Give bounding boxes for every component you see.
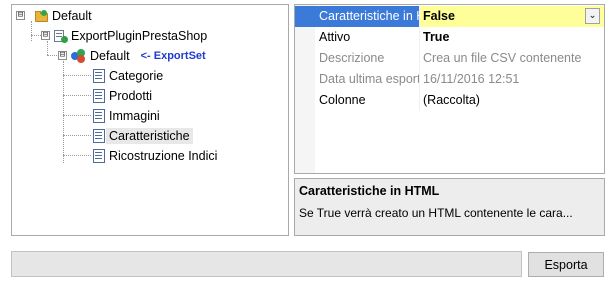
tree-connector [63,75,91,76]
property-row-descrizione[interactable]: Descrizione Crea un file CSV contenente [295,48,604,69]
export-set-icon [71,49,87,63]
document-icon [93,149,106,163]
property-value: Crea un file CSV contenente [423,51,582,65]
property-value: False [423,9,455,23]
tree-node-ricostruzione-indici[interactable]: Ricostruzione Indici [93,147,220,165]
tree-node-immagini[interactable]: Immagini [93,107,163,125]
property-value-select[interactable]: False ⌄ [420,6,604,27]
property-value[interactable]: (Raccolta) [420,90,604,111]
property-value: 16/11/2016 12:51 [423,72,520,86]
tree-node-label: Default [90,49,130,63]
tree-connector [31,21,32,41]
tree-connector [63,95,91,96]
tree-node-label: ExportPluginPrestaShop [71,29,208,43]
property-row-caratteristiche-html[interactable]: Caratteristiche in HTML False ⌄ [295,6,604,27]
property-name: Descrizione [295,48,420,69]
property-name: Colonne [295,90,420,111]
tree-node-prodotti[interactable]: Prodotti [93,87,155,105]
collapse-toggle-exportset[interactable]: ⊟ [58,51,67,60]
export-button[interactable]: Esporta [528,252,604,277]
tree-node-label: Prodotti [109,89,153,103]
help-title: Caratteristiche in HTML [299,184,440,198]
property-value[interactable]: True [420,27,604,48]
property-row-data-ultima-esportazione[interactable]: Data ultima esportazione 16/11/2016 12:5… [295,69,604,90]
chevron-down-icon[interactable]: ⌄ [585,8,600,24]
property-name: Attivo [295,27,420,48]
document-icon [93,69,106,83]
property-row-attivo[interactable]: Attivo True [295,27,604,48]
tree-node-label: Default [52,9,92,23]
tree-node-plugin[interactable]: ExportPluginPrestaShop [53,27,210,45]
tree-connector [63,115,91,116]
property-name: Caratteristiche in HTML [295,6,420,27]
tree-node-label: Caratteristiche [106,128,193,144]
property-help-panel: Caratteristiche in HTML Se True verrà cr… [294,178,605,236]
tree-node-exportset[interactable]: Default <- ExportSet [71,47,206,65]
tree-connector [63,155,91,156]
property-name: Data ultima esportazione [295,69,420,90]
tree-node-label: Ricostruzione Indici [109,149,218,163]
tree-node-root[interactable]: Default [35,7,95,25]
collapse-toggle-root[interactable]: ⊟ [16,11,25,20]
plugin-icon [53,29,68,43]
document-icon [93,109,106,123]
tree-view[interactable]: ⊟ Default ⊟ ExportPluginPrestaShop ⊟ Def… [11,4,289,236]
tree-node-label: Immagini [109,109,160,123]
exportset-annotation: <- ExportSet [140,50,206,62]
tree-node-caratteristiche[interactable]: Caratteristiche [93,127,193,145]
document-icon [93,129,106,143]
tree-connector [47,41,48,55]
tree-node-label: Categorie [109,69,164,83]
document-icon [93,89,106,103]
folder-icon [35,10,49,22]
property-grid[interactable]: Caratteristiche in HTML False ⌄ Attivo T… [294,4,605,174]
property-row-colonne[interactable]: Colonne (Raccolta) [295,90,604,111]
tree-connector [63,61,64,163]
tree-connector [63,135,91,136]
progress-bar [11,251,522,277]
help-description: Se True verrà creato un HTML contenente … [299,206,573,220]
collapse-toggle-plugin[interactable]: ⊟ [41,31,50,40]
tree-node-categorie[interactable]: Categorie [93,67,166,85]
